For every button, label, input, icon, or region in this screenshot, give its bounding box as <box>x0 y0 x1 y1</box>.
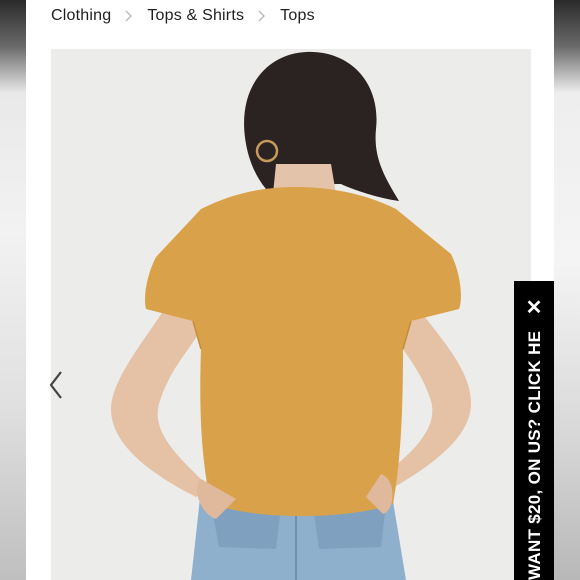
background-blur-left <box>0 0 26 580</box>
breadcrumb: Clothing Tops & Shirts Tops <box>51 4 315 28</box>
product-page: Clothing Tops & Shirts Tops <box>26 0 554 580</box>
chevron-right-icon <box>258 10 266 22</box>
breadcrumb-tops-shirts[interactable]: Tops & Shirts <box>147 7 244 25</box>
promo-label: WANT $20, ON US? CLICK HERE! <box>525 331 544 580</box>
breadcrumb-tops[interactable]: Tops <box>280 7 315 25</box>
chevron-left-icon[interactable] <box>46 368 68 402</box>
chevron-right-icon <box>125 10 133 22</box>
close-icon[interactable]: ✕ <box>514 297 554 319</box>
model-back-view-image <box>51 49 531 580</box>
background-blur-right <box>554 0 580 580</box>
breadcrumb-clothing[interactable]: Clothing <box>51 7 111 25</box>
product-photo[interactable] <box>51 49 531 580</box>
promo-tab[interactable]: ✕ WANT $20, ON US? CLICK HERE! <box>514 281 554 580</box>
promo-text: WANT $20, ON US? CLICK HERE! <box>518 331 550 580</box>
